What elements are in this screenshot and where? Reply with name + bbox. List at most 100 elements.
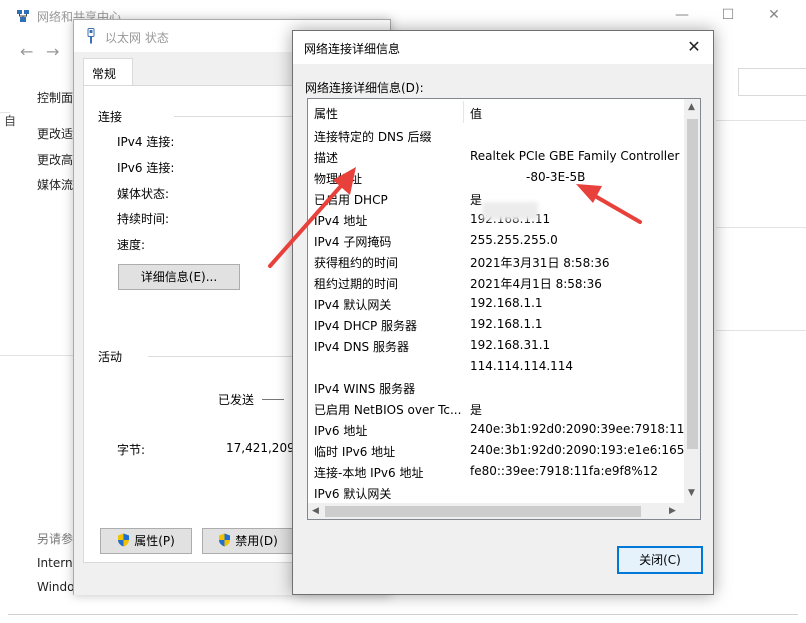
value-cell: 2021年3月31日 8:58:36 (470, 256, 610, 270)
value-cell: Realtek PCIe GBE Family Controller (470, 149, 680, 163)
list-item[interactable]: 租约过期的时间 2021年4月1日 8:58:36 (308, 273, 686, 294)
list-item[interactable]: 描述 Realtek PCIe GBE Family Controller (308, 147, 686, 168)
properties-button[interactable]: 属性(P) (100, 528, 192, 554)
scroll-left-icon[interactable]: ◀ (312, 506, 319, 516)
details-list[interactable]: 属性 值 连接特定的 DNS 后缀描述 Realtek PCIe GBE Fami… (307, 98, 701, 520)
value-cell: 240e:3b1:92d0:2090:193:e1e6:1656:e (470, 443, 684, 457)
value-cell: 240e:3b1:92d0:2090:39ee:7918:11fa:e (470, 422, 684, 436)
uac-shield-icon (219, 533, 231, 547)
value-cell: 192.168.1.1 (470, 296, 543, 310)
column-header-value[interactable]: 值 (470, 105, 482, 122)
property-cell: IPv6 地址 (314, 424, 368, 438)
list-item[interactable]: IPv4 子网掩码 255.255.255.0 (308, 231, 686, 252)
sidebar-item-media-streaming[interactable]: 媒体流 (37, 176, 73, 193)
sidebar-item-change-adapter[interactable]: 更改适 (37, 125, 73, 142)
sent-dash (262, 399, 284, 400)
list-rows: 连接特定的 DNS 后缀描述 Realtek PCIe GBE Family Co… (308, 126, 686, 504)
property-cell: IPv4 地址 (314, 214, 368, 228)
sidebar-item-change-advanced[interactable]: 更改高 (37, 151, 73, 168)
property-cell: 临时 IPv6 地址 (314, 445, 396, 459)
window-title: 以太网 状态 (105, 31, 169, 45)
see-also-heading: 另请参 (37, 532, 74, 546)
value-cell: 255.255.255.0 (470, 233, 558, 247)
network-connection-details-dialog: 网络连接详细信息 ✕ 网络连接详细信息(D): 属性 值 连接特定的 DNS 后… (292, 30, 714, 595)
group-divider (148, 356, 298, 357)
details-button[interactable]: 详细信息(E)... (118, 264, 240, 290)
horizontal-scrollbar[interactable]: ◀ ▶ (308, 503, 684, 519)
value-cell: fe80::39ee:7918:11fa:e9f8%12 (470, 464, 659, 478)
group-divider (174, 116, 294, 117)
list-item[interactable]: 连接特定的 DNS 后缀 (308, 126, 686, 147)
list-item[interactable]: IPv4 DNS 服务器 192.168.31.1 (308, 336, 686, 357)
ipv4-connectivity-label: IPv4 连接: (117, 135, 175, 149)
property-cell: 物理地址 (314, 172, 363, 186)
scroll-down-icon[interactable]: ▼ (688, 488, 695, 498)
list-item[interactable]: IPv4 默认网关 192.168.1.1 (308, 294, 686, 315)
list-item[interactable]: IPv6 默认网关 (308, 483, 686, 504)
close-icon[interactable]: ✕ (681, 35, 707, 59)
duration-label: 持续时间: (117, 212, 170, 226)
property-cell: IPv4 WINS 服务器 (314, 382, 416, 396)
list-item[interactable]: 已启用 NetBIOS over Tc... 是 (308, 399, 686, 420)
bytes-sent-value: 17,421,209 (226, 441, 295, 455)
maximize-button[interactable]: ☐ (716, 5, 740, 25)
ipv6-connectivity-label: IPv6 连接: (117, 161, 175, 175)
value-cell: 114.114.114.114 (470, 359, 574, 373)
ethernet-plug-icon (87, 28, 95, 44)
close-button[interactable]: 关闭(C) (617, 546, 703, 574)
column-divider[interactable] (463, 101, 464, 123)
activity-group-label: 活动 (98, 350, 123, 364)
list-item[interactable]: IPv6 地址 240e:3b1:92d0:2090:39ee:7918:11fa… (308, 420, 686, 441)
list-item[interactable]: 获得租约的时间 2021年3月31日 8:58:36 (308, 252, 686, 273)
property-cell: IPv4 默认网关 (314, 298, 392, 312)
scrollbar-corner (684, 503, 700, 519)
list-item[interactable]: IPv4 DHCP 服务器 192.168.1.1 (308, 315, 686, 336)
list-item[interactable]: IPv4 WINS 服务器 (308, 378, 686, 399)
sidebar: 控制面 自 更改适 更改高 媒体流 另请参 Interne Windo (0, 72, 80, 623)
dialog-title: 网络连接详细信息 (304, 42, 401, 56)
network-center-icon (17, 10, 29, 22)
property-cell: 获得租约的时间 (314, 256, 399, 270)
property-cell: 描述 (314, 151, 339, 165)
value-cell: 192.168.1.1 (470, 317, 543, 331)
property-cell: 已启用 DHCP (314, 193, 388, 207)
properties-button-label: 属性(P) (134, 534, 175, 548)
redacted-mac-address (482, 202, 538, 220)
divider (0, 112, 10, 113)
value-cell: 是 (470, 403, 483, 417)
vertical-scrollbar[interactable]: ▲ ▼ (684, 99, 700, 503)
property-cell: 连接-本地 IPv6 地址 (314, 466, 424, 480)
list-header: 属性 值 (308, 99, 686, 125)
value-cell: 192.168.31.1 (470, 338, 551, 352)
value-cell: 2021年4月1日 8:58:36 (470, 277, 602, 291)
scroll-right-icon[interactable]: ▶ (669, 506, 676, 516)
title-bar: 网络连接详细信息 ✕ (293, 31, 713, 64)
property-cell: 租约过期的时间 (314, 277, 399, 291)
tab-general[interactable]: 常规 (83, 58, 133, 86)
vertical-scroll-thumb[interactable] (687, 119, 698, 449)
horizontal-scroll-thumb[interactable] (325, 506, 641, 517)
uac-shield-icon (118, 533, 130, 547)
list-item[interactable]: 114.114.114.114 (308, 357, 686, 378)
list-item[interactable]: 连接-本地 IPv6 地址 fe80::39ee:7918:11fa:e9f8%1… (308, 462, 686, 483)
connection-group-label: 连接 (98, 110, 123, 124)
media-state-label: 媒体状态: (117, 187, 170, 201)
back-arrow-icon[interactable]: ← (20, 42, 33, 61)
list-item[interactable]: 临时 IPv6 地址 240e:3b1:92d0:2090:193:e1e6:16… (308, 441, 686, 462)
bytes-label: 字节: (117, 443, 146, 457)
close-button[interactable]: ✕ (762, 5, 786, 25)
value-cell: -80-3E-5B (526, 170, 586, 184)
forward-arrow-icon[interactable]: → (46, 42, 59, 61)
minimize-button[interactable]: — (670, 5, 694, 25)
sidebar-item-windows-firewall[interactable]: Windo (37, 580, 75, 594)
sidebar-item-control-panel[interactable]: 控制面 (37, 89, 73, 106)
list-item[interactable]: 物理地址 -80-3E-5B (308, 168, 686, 189)
disable-button[interactable]: 禁用(D) (202, 528, 294, 554)
sent-label: 已发送 (218, 393, 255, 407)
scroll-up-icon[interactable]: ▲ (688, 102, 695, 112)
search-input[interactable] (738, 68, 806, 96)
speed-label: 速度: (117, 238, 146, 252)
column-header-property[interactable]: 属性 (314, 105, 338, 122)
property-cell: IPv6 默认网关 (314, 487, 392, 501)
property-cell: 已启用 NetBIOS over Tc... (314, 403, 462, 417)
